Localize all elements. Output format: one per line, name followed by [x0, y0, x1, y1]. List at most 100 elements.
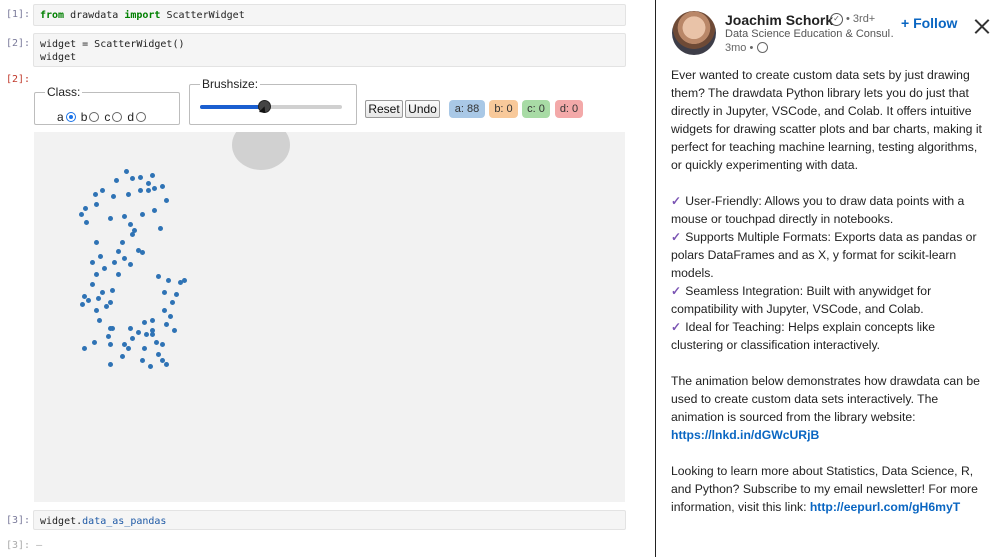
code-token: drawdata [64, 10, 125, 21]
feature-list: ✓ User-Friendly: Allows you to draw data … [671, 192, 989, 354]
data-point [164, 322, 169, 327]
data-point [108, 326, 113, 331]
class-radio-b[interactable] [89, 112, 100, 122]
code-cell-import[interactable]: from drawdata import ScatterWidget [33, 4, 626, 26]
class-option-d[interactable]: d [127, 110, 147, 124]
output-2-prompt: [2]: [6, 74, 31, 85]
output-prompt-label: [3]: [6, 540, 31, 551]
data-point [122, 214, 127, 219]
output-placeholder: — [36, 540, 43, 551]
code-cell-widget[interactable]: widget = ScatterWidget() widget [33, 33, 626, 67]
data-point [128, 222, 133, 227]
undo-button[interactable]: Undo [405, 100, 440, 118]
data-point [111, 194, 116, 199]
data-point [108, 362, 113, 367]
checkmark-icon: ✓ [671, 194, 682, 208]
jupyter-notebook: [1]: from drawdata import ScatterWidget … [0, 0, 656, 557]
data-point [152, 208, 157, 213]
data-point [104, 304, 109, 309]
brushsize-slider[interactable] [200, 100, 342, 113]
class-radio-a[interactable] [65, 112, 76, 122]
data-point [97, 318, 102, 323]
data-point [108, 300, 113, 305]
animation-paragraph: The animation below demonstrates how dra… [671, 372, 989, 444]
class-radio-d[interactable] [136, 112, 147, 122]
data-point [110, 288, 115, 293]
follow-button[interactable]: + Follow [901, 15, 957, 31]
data-point [90, 260, 95, 265]
code-token: import [124, 10, 161, 21]
data-point [102, 266, 107, 271]
reset-button[interactable]: Reset [365, 100, 403, 118]
data-point [140, 250, 145, 255]
class-radio-c[interactable] [112, 112, 123, 122]
class-option-c[interactable]: c [104, 110, 123, 124]
data-point [168, 314, 173, 319]
data-point [142, 320, 147, 325]
data-point [82, 346, 87, 351]
feature-item: ✓ Seamless Integration: Built with anywid… [671, 282, 989, 318]
data-point [142, 346, 147, 351]
class-option-label: d [127, 110, 135, 124]
data-point [114, 178, 119, 183]
data-point [126, 346, 131, 351]
animation-text: The animation below demonstrates how dra… [671, 374, 980, 424]
data-point [164, 362, 169, 367]
code-line: widget = ScatterWidget() [40, 39, 185, 50]
code-token: data_as_pandas [82, 516, 167, 527]
class-option-b[interactable]: b [81, 110, 100, 124]
data-point [128, 326, 133, 331]
code-token: from [40, 10, 65, 21]
data-point [96, 296, 101, 301]
class-selector: Class: a b c d [34, 85, 180, 125]
data-point [79, 212, 84, 217]
class-d-count-badge: d: 0 [555, 100, 583, 118]
checkmark-icon: ✓ [671, 230, 682, 244]
data-point [94, 308, 99, 313]
class-c-count-badge: c: 0 [522, 100, 550, 118]
data-point [154, 340, 159, 345]
author-name[interactable]: Joachim Schork [725, 12, 833, 28]
newsletter-link[interactable]: http://eepurl.com/gH6myT [810, 500, 960, 514]
brushsize-control: Brushsize: [189, 77, 357, 125]
data-point [140, 358, 145, 363]
post-body: Ever wanted to create custom data sets b… [671, 66, 989, 534]
data-point [136, 330, 141, 335]
data-point [122, 256, 127, 261]
close-icon[interactable] [974, 18, 990, 34]
class-radio-group: a b c d [57, 110, 149, 124]
data-point [164, 198, 169, 203]
newsletter-paragraph: Looking to learn more about Statistics, … [671, 462, 989, 516]
data-point [144, 332, 149, 337]
data-point [100, 290, 105, 295]
class-legend: Class: [45, 85, 83, 99]
data-point [116, 249, 121, 254]
cell-1-prompt: [1]: [6, 9, 31, 20]
class-option-label: c [104, 110, 111, 124]
feature-text: Supports Multiple Formats: Exports data … [671, 230, 977, 280]
code-cell-data-as-pandas[interactable]: widget.data_as_pandas [33, 510, 626, 530]
data-point [94, 272, 99, 277]
drawing-canvas[interactable] [34, 132, 625, 502]
feature-item: ✓ Ideal for Teaching: Helps explain conce… [671, 318, 989, 354]
feature-text: User-Friendly: Allows you to draw data p… [671, 194, 965, 226]
checkmark-icon: ✓ [671, 284, 682, 298]
data-point [106, 334, 111, 339]
data-point [84, 220, 89, 225]
cell-3-output-prompt: [3]: — [6, 540, 42, 551]
data-point [174, 292, 179, 297]
data-point [152, 186, 157, 191]
cell-2-prompt: [2]: [6, 38, 31, 49]
data-point [138, 188, 143, 193]
data-point [150, 318, 155, 323]
data-point [150, 332, 155, 337]
avatar[interactable] [672, 11, 716, 55]
globe-icon [757, 42, 768, 53]
brushsize-legend: Brushsize: [200, 77, 261, 91]
data-point [182, 278, 187, 283]
library-website-link[interactable]: https://lnkd.in/dGWcURjB [671, 428, 819, 442]
verified-icon: ✓ [830, 13, 843, 26]
class-option-a[interactable]: a [57, 110, 76, 124]
data-point [108, 216, 113, 221]
data-point [132, 228, 137, 233]
